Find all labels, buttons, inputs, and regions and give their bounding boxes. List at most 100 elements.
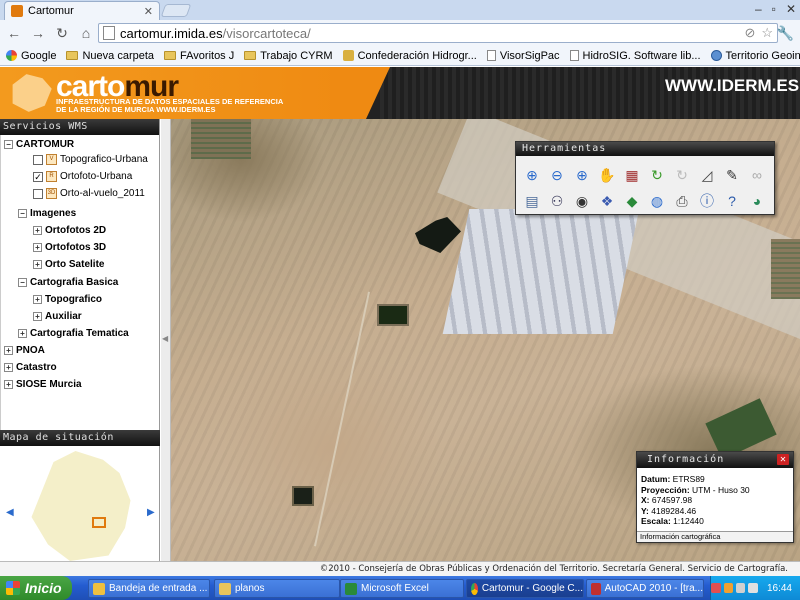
close-info-icon[interactable]: ✕ [777, 454, 789, 465]
tree-node-cartomur[interactable]: − CARTOMUR [4, 139, 74, 150]
tree-node-siose[interactable]: + SIOSE Murcia [4, 379, 82, 390]
address-path: /visorcartoteca/ [222, 25, 311, 41]
panel-collapse-bar[interactable]: ◀ [161, 119, 171, 561]
overview-map[interactable]: ◀ ▶ [0, 447, 158, 562]
expand-icon[interactable]: + [4, 346, 13, 355]
expand-icon[interactable]: + [33, 226, 42, 235]
expand-icon[interactable]: + [33, 243, 42, 252]
tree-node-pnoa[interactable]: + PNOA [4, 345, 45, 356]
layer-topografico-urbana[interactable]: V Topografico-Urbana [33, 154, 148, 165]
tools-panel-header[interactable]: Herramientas [516, 142, 774, 156]
tree-node-cartografia-tematica[interactable]: + Cartografia Tematica [18, 328, 129, 339]
zoom-in-icon[interactable]: ⊕ [571, 164, 593, 186]
info-panel-header[interactable]: Información [637, 452, 793, 468]
taskbar-item-autocad[interactable]: AutoCAD 2010 - [tra... [586, 579, 704, 598]
bookmark-chs[interactable]: Confederación Hidrogr... [342, 50, 477, 62]
printer-icon[interactable]: ⎙ [671, 190, 693, 212]
measure-icon[interactable]: ◿ [696, 164, 718, 186]
close-window-icon[interactable]: ✕ [786, 2, 796, 16]
layer-checkbox-checked[interactable]: ✓ [33, 171, 43, 182]
refresh-disabled-icon[interactable]: ↻ [671, 164, 693, 186]
layer-orto-al-vuelo[interactable]: 3D Orto-al-vuelo_2011 [33, 188, 145, 199]
datum-label: Datum: [641, 474, 671, 484]
help-icon[interactable]: ? [721, 190, 743, 212]
browser-tab[interactable]: Cartomur ✕ [4, 1, 160, 20]
tree-node-ortofotos-3d[interactable]: + Ortofotos 3D [33, 242, 106, 253]
overview-left-arrow-icon[interactable]: ◀ [6, 507, 14, 518]
iderm-link[interactable]: WWW.IDERM.ES [665, 76, 799, 96]
address-bar[interactable]: cartomur.imida.es /visorcartoteca/ ⊘ ☆ [98, 23, 778, 43]
world-icon[interactable]: ◕ [746, 190, 768, 212]
refresh-icon[interactable]: ↻ [646, 164, 668, 186]
bookmark-google[interactable]: Google [6, 50, 56, 62]
bookmark-nueva-carpeta[interactable]: Nueva carpeta [66, 50, 154, 62]
taskbar-item-planos[interactable]: planos [214, 579, 340, 598]
layer-checkbox[interactable] [33, 154, 43, 165]
taskbar-item-chrome[interactable]: Cartomur - Google C... [466, 579, 584, 598]
tray-app-icon[interactable] [711, 583, 721, 593]
collapse-icon[interactable]: − [4, 140, 13, 149]
collapse-arrow-icon[interactable]: ◀ [162, 334, 168, 343]
collapse-icon[interactable]: − [18, 278, 27, 287]
zoom-out-icon[interactable]: ⊖ [546, 164, 568, 186]
bookmark-favoritos[interactable]: FAvoritos J [164, 50, 234, 62]
home-icon[interactable]: ⌂ [76, 23, 96, 43]
reload-icon[interactable]: ↻ [52, 23, 72, 43]
bookmark-trabajo[interactable]: Trabajo CYRM [244, 50, 333, 62]
taskbar-item-excel[interactable]: Microsoft Excel [340, 579, 464, 598]
star-icon[interactable]: ☆ [761, 25, 773, 41]
expand-icon[interactable]: + [33, 295, 42, 304]
tree-node-orto-satelite[interactable]: + Orto Satelite [33, 259, 104, 270]
collapse-icon[interactable]: − [18, 209, 27, 218]
new-tab-button[interactable] [160, 4, 192, 17]
wrench-icon[interactable]: 🔧 [777, 25, 794, 42]
folder-icon [219, 582, 231, 595]
grid-icon[interactable]: ▦ [621, 164, 643, 186]
expand-icon[interactable]: + [33, 260, 42, 269]
binoculars-icon[interactable]: ⚇ [546, 190, 568, 212]
bookmark-geoinnova[interactable]: Territorio Geoinnova –... [710, 50, 800, 62]
layers-icon[interactable]: ❖ [596, 190, 618, 212]
tree-node-topografico[interactable]: + Topografico [33, 294, 102, 305]
overview-right-arrow-icon[interactable]: ▶ [147, 507, 155, 518]
tray-volume-icon[interactable] [748, 583, 758, 593]
zoom-box-icon[interactable]: ⊕ [521, 164, 543, 186]
tree-node-catastro[interactable]: + Catastro [4, 362, 57, 373]
minimize-icon[interactable]: – [755, 2, 762, 16]
tree-node-ortofotos-2d[interactable]: + Ortofotos 2D [33, 225, 106, 236]
expand-icon[interactable]: + [18, 329, 27, 338]
info-icon[interactable]: ⓘ [696, 190, 718, 212]
tree-node-auxiliar[interactable]: + Auxiliar [33, 311, 82, 322]
green-layer-icon[interactable]: ◆ [621, 190, 643, 212]
taskbar-item-outlook[interactable]: Bandeja de entrada ... [88, 579, 210, 598]
bookmark-visorsigpac[interactable]: VisorSigPac [486, 49, 560, 62]
tray-app-icon[interactable] [723, 583, 733, 593]
windows-logo-icon [6, 581, 20, 595]
tray-network-icon[interactable] [736, 583, 746, 593]
expand-icon[interactable]: + [4, 380, 13, 389]
folder-icon [164, 51, 177, 60]
clock[interactable]: 16:44 [767, 583, 792, 594]
expand-icon[interactable]: + [33, 312, 42, 321]
tree-node-imagenes[interactable]: − Imagenes [18, 208, 76, 219]
overview-extent-box[interactable] [92, 517, 106, 528]
maximize-icon[interactable]: ▫ [772, 2, 776, 16]
blocked-icon[interactable]: ⊘ [744, 25, 755, 41]
forward-icon[interactable]: → [28, 23, 48, 43]
globe-arrow-icon[interactable]: ◍ [646, 190, 668, 212]
expand-icon[interactable]: + [4, 363, 13, 372]
link-icon[interactable]: ∞ [746, 164, 768, 186]
print-preview-icon[interactable]: ▤ [521, 190, 543, 212]
close-tab-icon[interactable]: ✕ [144, 5, 153, 18]
layer-ortofoto-urbana[interactable]: ✓ R Ortofoto-Urbana [33, 171, 132, 182]
tree-node-cartografia-basica[interactable]: − Cartografia Basica [18, 277, 118, 288]
pan-icon[interactable]: ✋ [596, 164, 618, 186]
start-button[interactable]: Inicio [0, 576, 72, 600]
map-feature [377, 304, 409, 326]
back-icon[interactable]: ← [4, 23, 24, 43]
bookmark-hidrosig[interactable]: HidroSIG. Software lib... [569, 50, 701, 62]
clear-icon[interactable]: ✎ [721, 164, 743, 186]
layer-checkbox[interactable] [33, 188, 43, 199]
bookmark-label: VisorSigPac [499, 49, 560, 62]
eye-icon[interactable]: ◉ [571, 190, 593, 212]
